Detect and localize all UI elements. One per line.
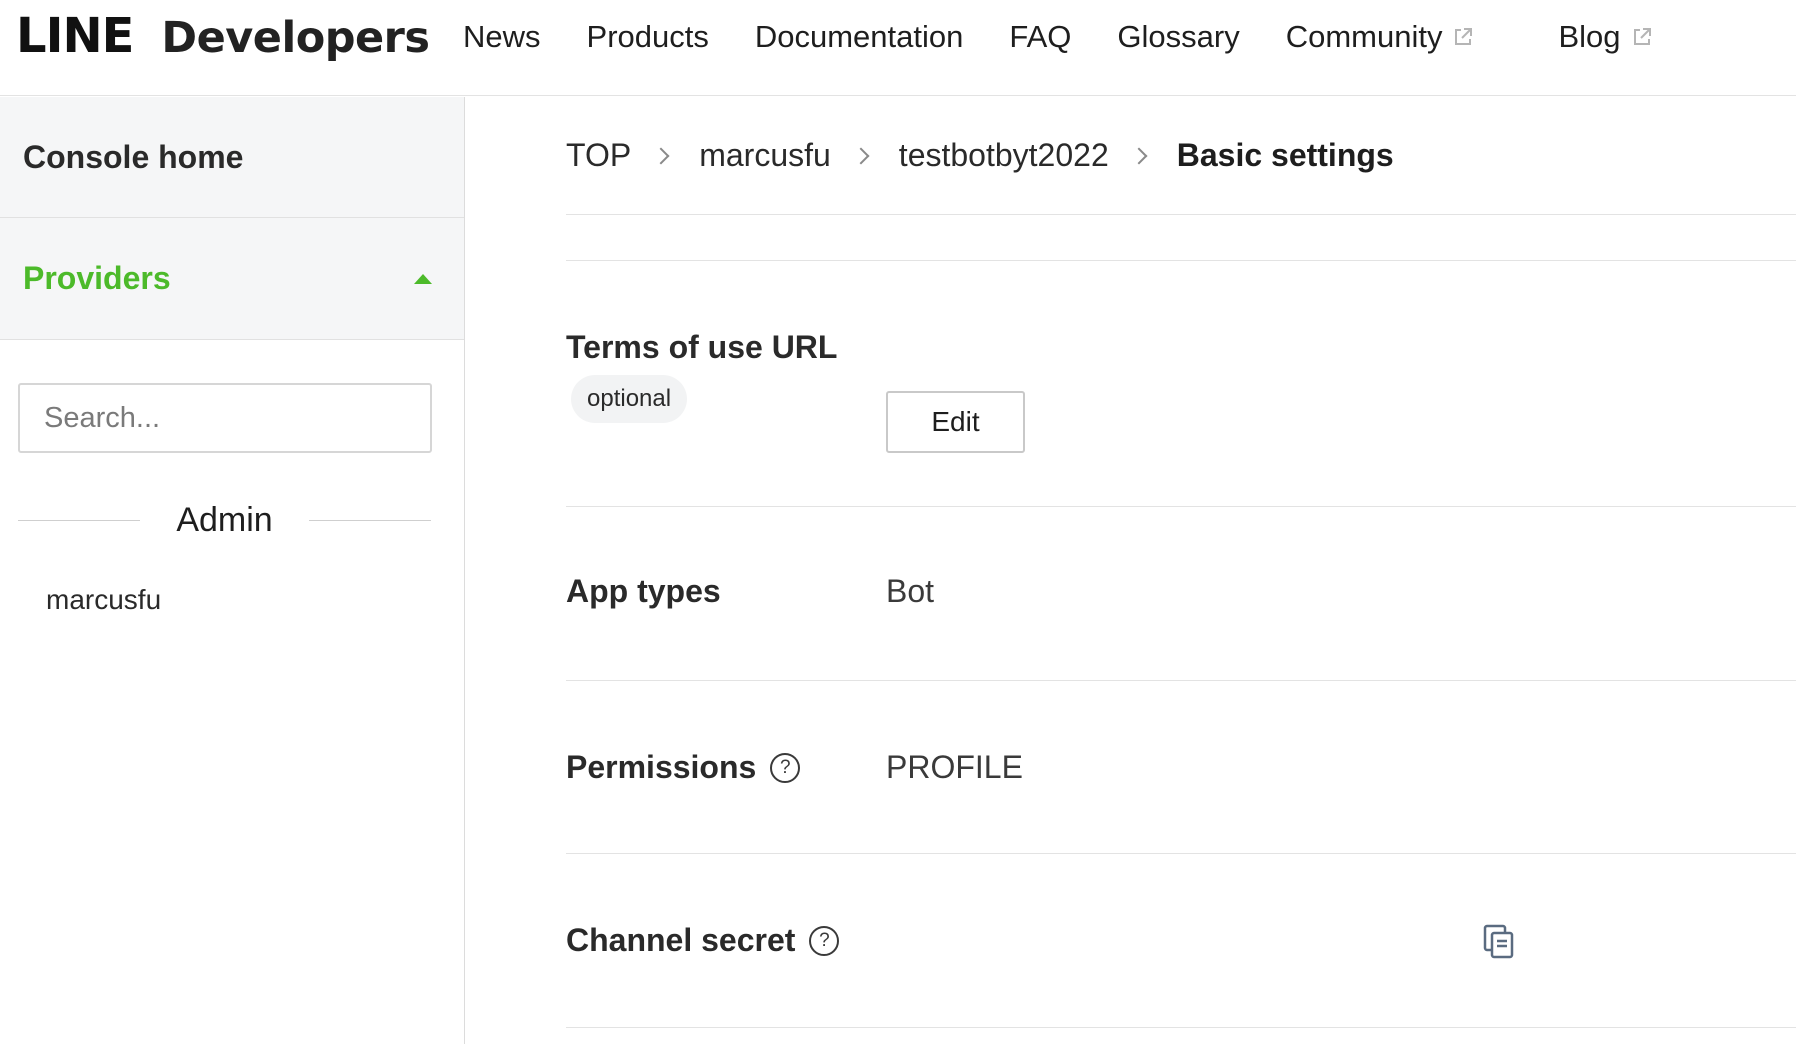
optional-badge: optional <box>571 375 688 423</box>
logo-line-text: LINE <box>16 8 134 64</box>
nav-blog[interactable]: Blog <box>1558 19 1652 55</box>
nav-community[interactable]: Community <box>1286 19 1475 55</box>
admin-section-divider: Admin <box>18 501 431 540</box>
divider-line <box>308 520 431 521</box>
channel-secret-label-group: Channel secret ? <box>566 922 840 959</box>
console-home-label: Console home <box>23 138 244 175</box>
nav-faq[interactable]: FAQ <box>1009 19 1071 55</box>
main-nav: News Products Documentation FAQ Glossary… <box>463 0 1699 74</box>
breadcrumb-channel[interactable]: testbotbyt2022 <box>899 137 1109 174</box>
caret-up-icon <box>414 273 432 284</box>
breadcrumb-provider[interactable]: marcusfu <box>699 137 831 174</box>
permissions-value: PROFILE <box>886 749 1023 785</box>
app-types-label: App types <box>566 573 721 609</box>
nav-glossary[interactable]: Glossary <box>1117 19 1239 55</box>
providers-label: Providers <box>23 260 171 296</box>
logo-developers-text: Developers <box>161 13 430 63</box>
terms-of-use-label: Terms of use URL <box>566 329 838 365</box>
app-types-value: Bot <box>886 573 935 609</box>
chevron-right-icon <box>852 147 870 164</box>
breadcrumb-current: Basic settings <box>1176 137 1394 173</box>
edit-terms-button[interactable]: Edit <box>886 391 1025 453</box>
help-icon[interactable]: ? <box>809 925 840 956</box>
admin-heading: Admin <box>176 501 273 539</box>
breadcrumb: TOP marcusfu testbotbyt2022 Basic settin… <box>566 97 1796 215</box>
provider-item-marcusfu[interactable]: marcusfu <box>46 584 464 616</box>
channel-secret-label: Channel secret <box>566 922 796 958</box>
permissions-label-group: Permissions ? <box>566 749 801 786</box>
copy-icon[interactable] <box>1483 924 1515 960</box>
app-types-row: App types Bot <box>566 507 1796 681</box>
top-header: LINE Developers News Products Documentat… <box>0 0 1796 96</box>
permissions-label: Permissions <box>566 749 757 785</box>
channel-secret-row: Channel secret ? <box>566 854 1796 1028</box>
terms-of-use-row: Terms of use URL optional Edit <box>566 261 1796 507</box>
external-link-icon <box>1455 28 1473 45</box>
chevron-right-icon <box>1130 147 1148 164</box>
providers-toggle[interactable]: Providers <box>0 218 464 340</box>
external-link-icon <box>1633 28 1651 45</box>
help-icon[interactable]: ? <box>770 752 801 783</box>
provider-search <box>0 340 464 453</box>
line-developers-logo[interactable]: LINE Developers <box>16 6 430 68</box>
permissions-row: Permissions ? PROFILE <box>566 681 1796 854</box>
nav-products[interactable]: Products <box>587 19 709 55</box>
chevron-right-icon <box>652 147 670 164</box>
main-content: TOP marcusfu testbotbyt2022 Basic settin… <box>566 97 1796 1044</box>
console-home-link[interactable]: Console home <box>0 97 464 218</box>
nav-documentation[interactable]: Documentation <box>755 19 964 55</box>
search-input[interactable] <box>18 383 432 453</box>
divider-line <box>18 520 141 521</box>
sidebar: Console home Providers Admin marcusfu <box>0 97 465 1044</box>
nav-news[interactable]: News <box>463 19 541 55</box>
section-divider <box>566 215 1796 261</box>
breadcrumb-top[interactable]: TOP <box>566 137 631 174</box>
